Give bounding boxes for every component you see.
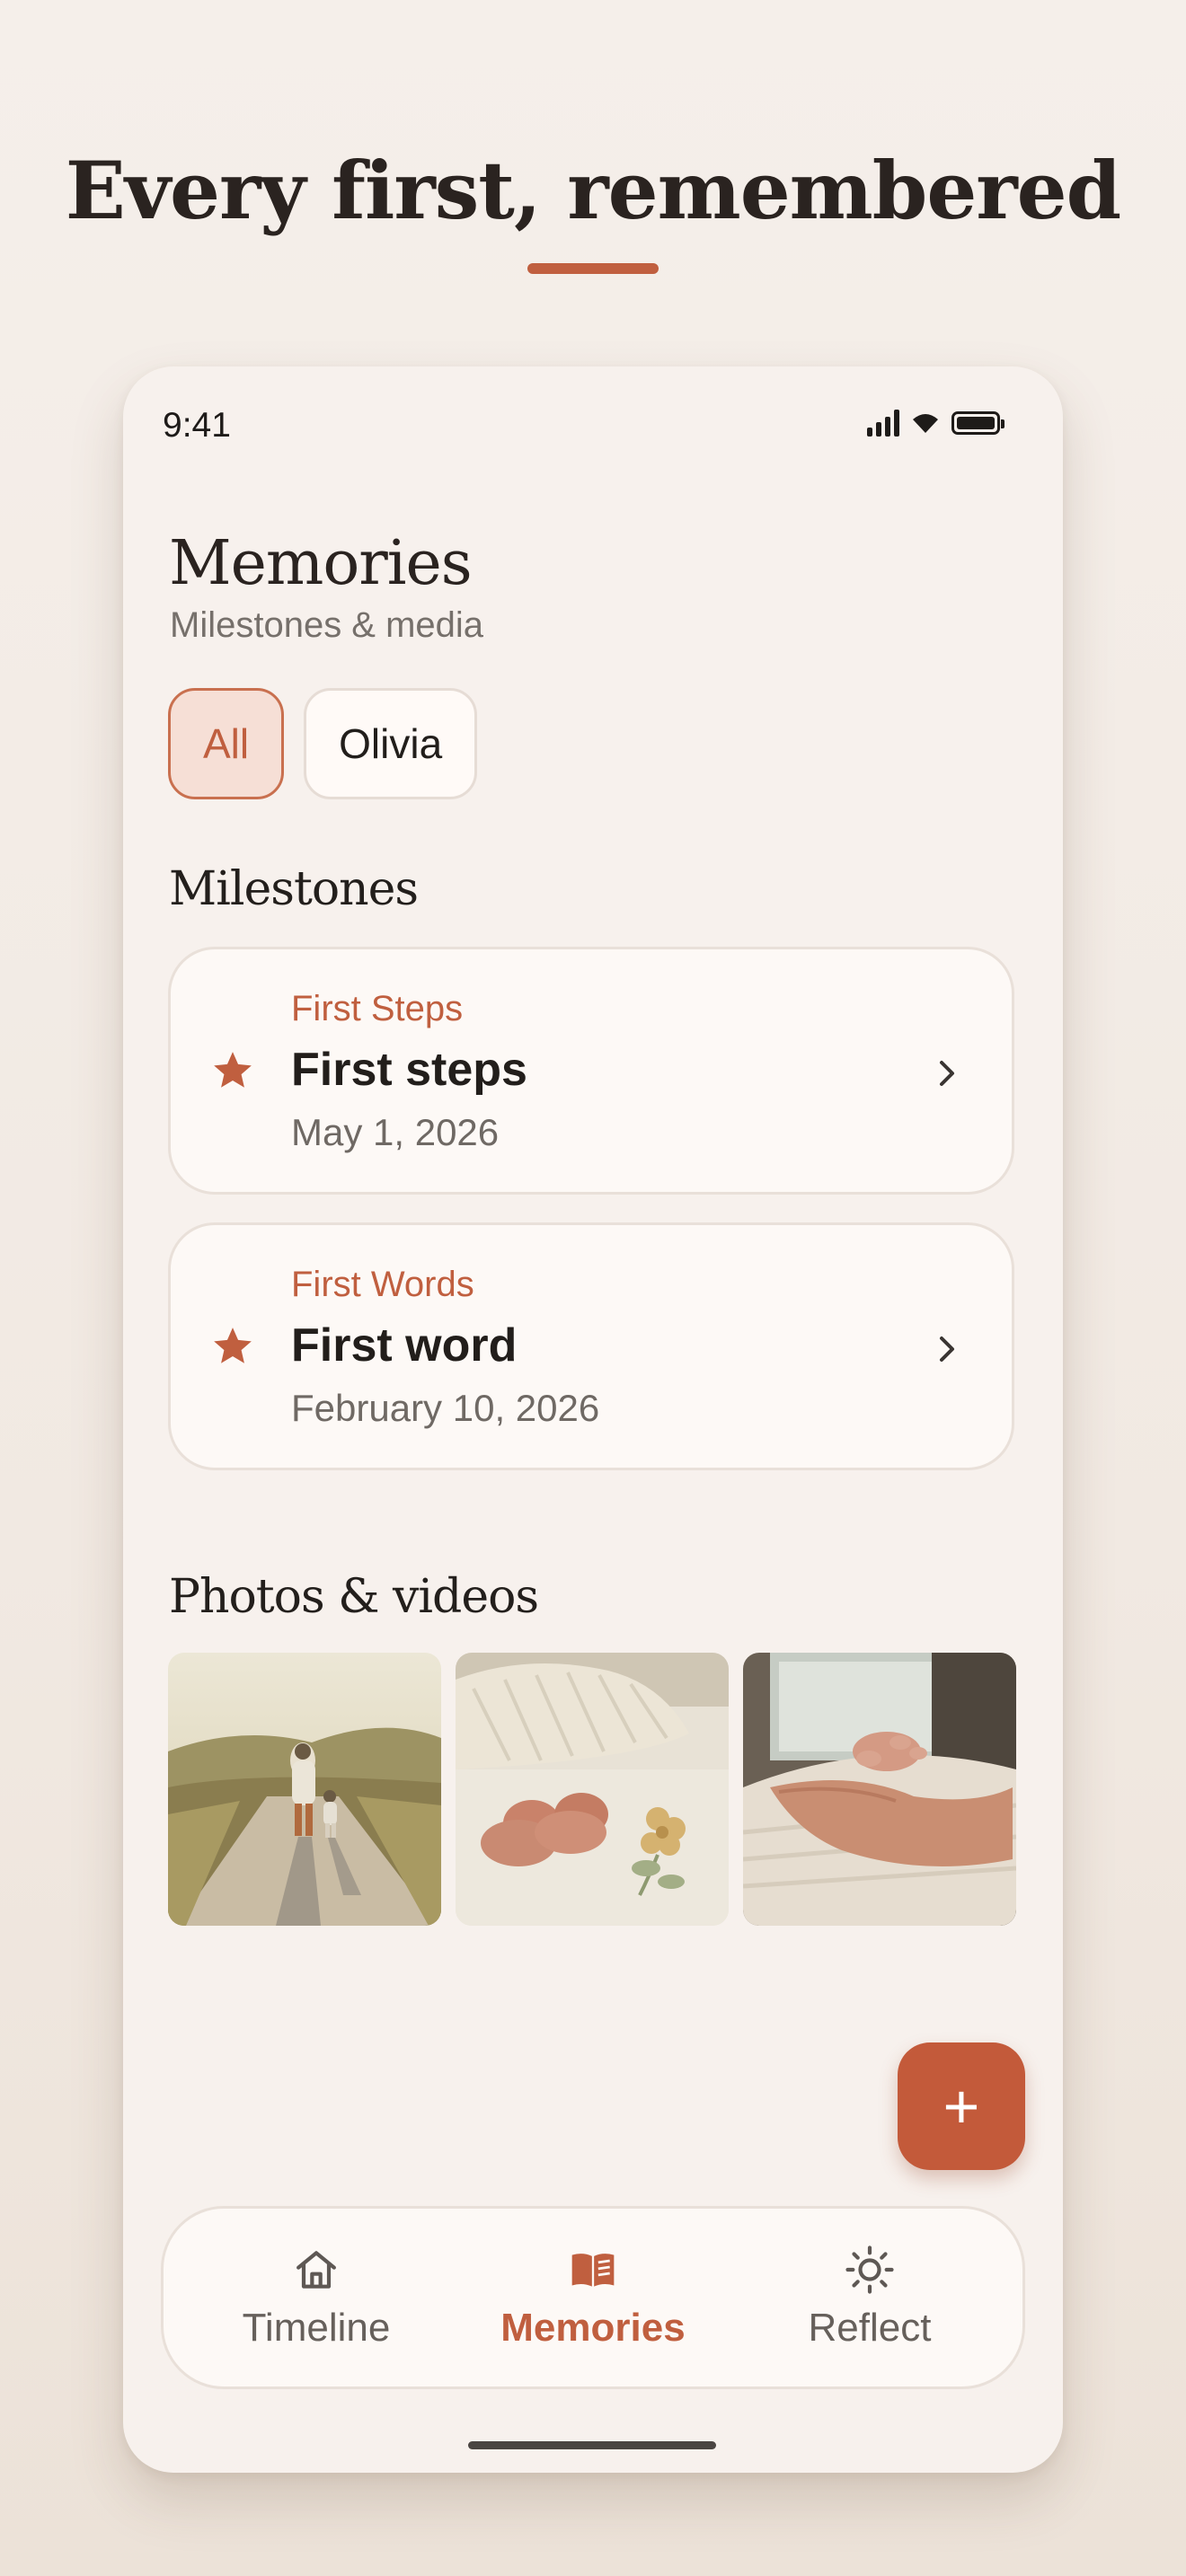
- wifi-icon: [913, 414, 938, 433]
- chevron-right-icon: [940, 1337, 954, 1362]
- photo-parent-child-walking[interactable]: [168, 1653, 441, 1926]
- bottom-tab-bar: Timeline Memories Reflect: [161, 2206, 1025, 2389]
- filter-chip-all[interactable]: All: [168, 688, 285, 799]
- tab-label: Timeline: [242, 2306, 391, 2350]
- star-icon: [214, 1052, 252, 1088]
- filter-chips: All Olivia: [168, 688, 478, 799]
- milestone-category: First Steps: [291, 989, 464, 1028]
- milestone-date: May 1, 2026: [291, 1111, 500, 1153]
- milestone-date: February 10, 2026: [291, 1387, 600, 1429]
- tab-label: Reflect: [808, 2306, 932, 2350]
- battery-icon: [951, 411, 1005, 435]
- star-icon: [214, 1328, 252, 1363]
- filter-chip-olivia[interactable]: Olivia: [304, 688, 478, 799]
- home-icon: [296, 2251, 336, 2289]
- milestone-title: First steps: [291, 1044, 527, 1096]
- tab-label: Memories: [500, 2306, 686, 2350]
- photo-grid: [168, 1653, 1016, 1926]
- tab-reflect[interactable]: Reflect: [753, 2245, 987, 2351]
- photo-knit-booties[interactable]: [456, 1653, 729, 1926]
- signal-icon: [867, 410, 899, 437]
- phone-frame: 9:41 Memories Milestones & media All Oli…: [123, 366, 1063, 2473]
- tab-timeline[interactable]: Timeline: [199, 2245, 433, 2351]
- chevron-right-icon: [940, 1061, 954, 1086]
- headline-underline: [527, 263, 659, 274]
- status-icons: [867, 410, 1005, 437]
- book-icon: [571, 2254, 615, 2287]
- photos-heading: Photos & videos: [169, 1570, 539, 1624]
- milestone-card[interactable]: First Words First word February 10, 2026: [168, 1222, 1014, 1470]
- home-indicator: [468, 2441, 716, 2449]
- page-subtitle: Milestones & media: [170, 605, 484, 645]
- milestone-category: First Words: [291, 1265, 474, 1304]
- marketing-headline: Every first, remembered: [65, 144, 1121, 237]
- milestone-title: First word: [291, 1319, 518, 1372]
- sun-icon: [845, 2245, 894, 2294]
- milestone-card[interactable]: First Steps First steps May 1, 2026: [168, 947, 1014, 1195]
- photo-baby-hand[interactable]: [743, 1653, 1016, 1926]
- status-time: 9:41: [163, 406, 231, 445]
- tab-memories[interactable]: Memories: [476, 2245, 710, 2351]
- add-memory-button[interactable]: +: [898, 2042, 1025, 2170]
- page-title: Memories: [169, 528, 473, 599]
- milestones-heading: Milestones: [169, 862, 419, 916]
